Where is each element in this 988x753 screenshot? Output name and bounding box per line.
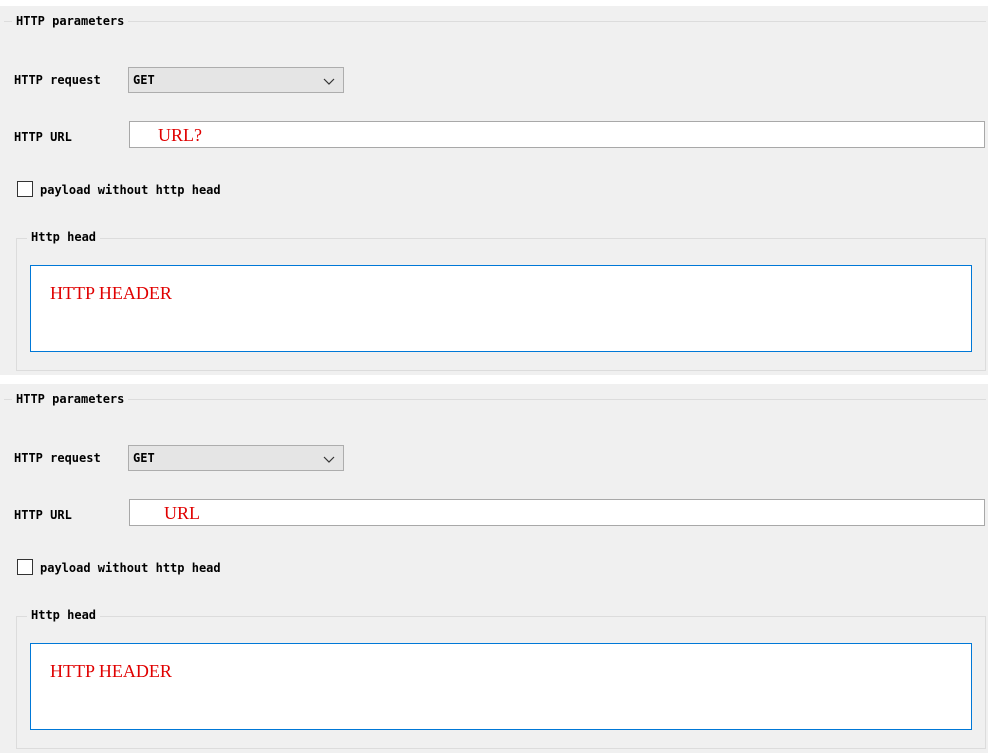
group-border [4,399,986,400]
http-head-title: Http head [27,230,101,244]
http-request-value: GET [133,451,155,465]
chevron-down-icon [323,456,335,463]
http-request-value: GET [133,73,155,87]
http-url-label: HTTP URL [14,130,72,144]
http-url-input[interactable]: URL [129,499,985,526]
payload-without-head-checkbox[interactable] [17,559,33,575]
group-border [17,238,985,239]
http-url-label: HTTP URL [14,508,72,522]
http-request-select[interactable]: GET [128,445,344,471]
http-header-value: HTTP HEADER [50,283,172,303]
http-parameters-panel-2: HTTP parameters HTTP request GET HTTP UR… [0,384,988,753]
group-border [4,21,986,22]
http-head-title: Http head [27,608,101,622]
http-header-textarea[interactable]: HTTP HEADER [30,265,972,352]
http-header-value: HTTP HEADER [50,661,172,681]
http-url-value: URL [164,503,200,523]
http-url-value: URL? [158,125,202,145]
http-request-label: HTTP request [14,73,101,87]
http-request-label: HTTP request [14,451,101,465]
group-title: HTTP parameters [12,14,129,28]
group-title: HTTP parameters [12,392,129,406]
chevron-down-icon [323,78,335,85]
http-parameters-panel-1: HTTP parameters HTTP request GET HTTP UR… [0,6,988,375]
http-header-textarea[interactable]: HTTP HEADER [30,643,972,730]
http-request-select[interactable]: GET [128,67,344,93]
payload-without-head-label: payload without http head [40,183,221,197]
http-url-input[interactable]: URL? [129,121,985,148]
group-border [17,616,985,617]
payload-without-head-checkbox[interactable] [17,181,33,197]
payload-without-head-label: payload without http head [40,561,221,575]
